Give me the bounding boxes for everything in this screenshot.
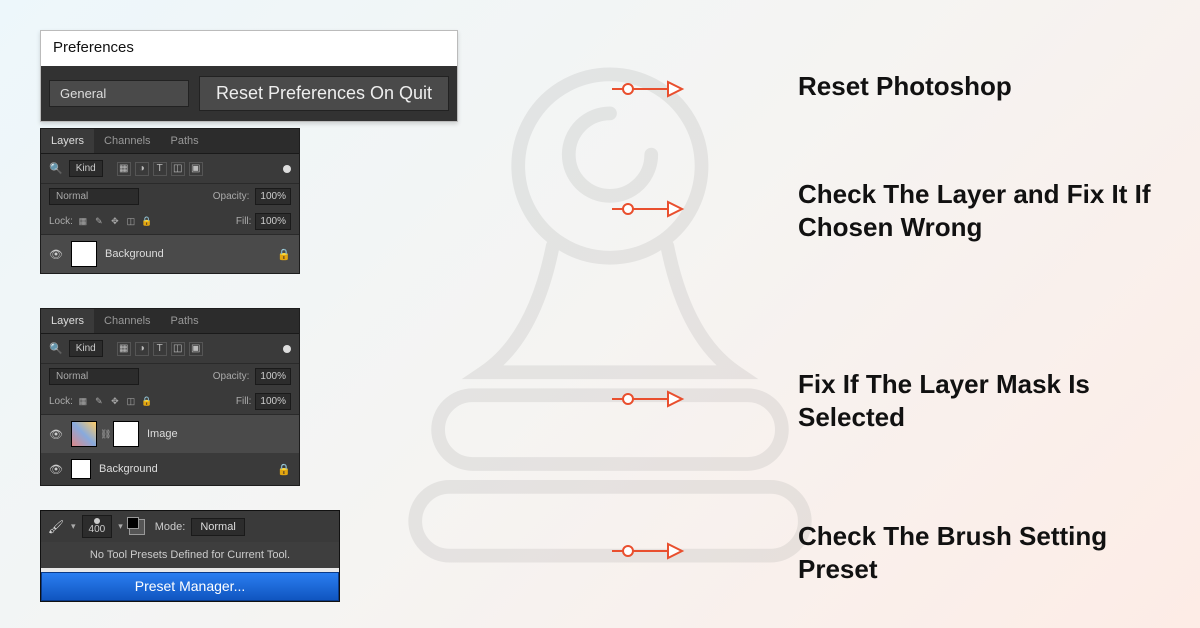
filter-smart-icon[interactable]: ▣ [189, 162, 203, 176]
lock-label: Lock: [49, 396, 73, 407]
brush-options-panel: 🖌 ▾ 400 ▾ Mode: Normal No Tool Presets D… [40, 510, 340, 602]
reset-preferences-button[interactable]: Reset Preferences On Quit [199, 76, 449, 111]
opacity-label: Opacity: [213, 191, 250, 202]
blend-mode-dropdown[interactable]: Normal [49, 188, 139, 205]
fill-value[interactable]: 100% [255, 393, 291, 410]
lock-icon[interactable]: 🔒 [277, 248, 291, 261]
lock-row: Lock: ▦ ✎ ✥ ◫ 🔒 Fill: 100% [41, 389, 299, 415]
visibility-icon[interactable]: 👁 [49, 463, 63, 476]
search-icon[interactable]: 🔍 [49, 162, 63, 175]
layers-panel-mask: Layers Channels Paths 🔍 Kind ▦ ◑ T ◫ ▣ N… [40, 308, 300, 486]
brush-size-picker[interactable]: 400 [82, 515, 113, 538]
link-icon[interactable]: ⛓ [100, 429, 110, 440]
opacity-value[interactable]: 100% [255, 188, 291, 205]
layer-row-background[interactable]: 👁 Background 🔒 [41, 453, 299, 485]
brush-tool-icon[interactable]: 🖌 [47, 518, 65, 536]
filter-type-icon[interactable]: T [153, 342, 167, 356]
fill-label: Fill: [236, 216, 252, 227]
lock-position-icon[interactable]: ✥ [109, 396, 121, 408]
arrow-icon [610, 198, 688, 225]
visibility-icon[interactable]: 👁 [49, 428, 63, 441]
tab-paths[interactable]: Paths [161, 309, 209, 333]
row-brush-preset: 🖌 ▾ 400 ▾ Mode: Normal No Tool Presets D… [0, 510, 1200, 602]
tab-channels[interactable]: Channels [94, 129, 160, 153]
arrow-icon [610, 540, 688, 567]
opacity-value[interactable]: 100% [255, 368, 291, 385]
arrow-icon [610, 388, 688, 415]
lock-row: Lock: ▦ ✎ ✥ ◫ 🔒 Fill: 100% [41, 209, 299, 235]
preset-manager-button[interactable]: Preset Manager... [41, 572, 339, 601]
filter-shape-icon[interactable]: ◫ [171, 162, 185, 176]
filter-adjustment-icon[interactable]: ◑ [135, 342, 149, 356]
row-reset-photoshop: Preferences General Reset Preferences On… [0, 30, 1200, 122]
filter-pixel-icon[interactable]: ▦ [117, 342, 131, 356]
tab-channels[interactable]: Channels [94, 309, 160, 333]
layer-thumbnail-image[interactable] [71, 421, 97, 447]
lock-all-icon[interactable]: 🔒 [141, 396, 153, 408]
layer-name: Background [105, 248, 164, 260]
layer-filter-row: 🔍 Kind ▦ ◑ T ◫ ▣ [41, 154, 299, 184]
tab-paths[interactable]: Paths [161, 129, 209, 153]
layer-thumbnail[interactable] [71, 241, 97, 267]
color-swatch-icon[interactable] [129, 519, 145, 535]
lock-transparency-icon[interactable]: ▦ [77, 396, 89, 408]
preferences-category-dropdown[interactable]: General [49, 80, 189, 107]
caption-brush-preset: Check The Brush Setting Preset [798, 520, 1118, 585]
row-check-layer: Layers Channels Paths 🔍 Kind ▦ ◑ T ◫ ▣ N… [0, 128, 1200, 274]
blend-mode-dropdown[interactable]: Normal [49, 368, 139, 385]
filter-toggle[interactable] [283, 165, 291, 173]
brush-size-value: 400 [89, 524, 106, 535]
lock-image-icon[interactable]: ✎ [93, 216, 105, 228]
tab-layers[interactable]: Layers [41, 129, 94, 153]
no-tool-preset-message: No Tool Presets Defined for Current Tool… [41, 542, 339, 568]
filter-kind-dropdown[interactable]: Kind [69, 160, 103, 177]
layers-panel-tabs: Layers Channels Paths [41, 129, 299, 154]
caption-layer-mask: Fix If The Layer Mask Is Selected [798, 368, 1158, 433]
layer-mask-thumbnail[interactable] [113, 421, 139, 447]
lock-artboard-icon[interactable]: ◫ [125, 396, 137, 408]
arrow-icon [610, 78, 688, 105]
preferences-body: General Reset Preferences On Quit [41, 66, 457, 121]
tab-layers[interactable]: Layers [41, 309, 94, 333]
filter-kind-dropdown[interactable]: Kind [69, 340, 103, 357]
filter-pixel-icon[interactable]: ▦ [117, 162, 131, 176]
visibility-icon[interactable]: 👁 [49, 248, 63, 261]
lock-position-icon[interactable]: ✥ [109, 216, 121, 228]
lock-artboard-icon[interactable]: ◫ [125, 216, 137, 228]
filter-smart-icon[interactable]: ▣ [189, 342, 203, 356]
mode-dropdown[interactable]: Normal [191, 518, 244, 536]
filter-shape-icon[interactable]: ◫ [171, 342, 185, 356]
mode-label: Mode: [155, 521, 186, 533]
lock-label: Lock: [49, 216, 73, 227]
layer-name: Background [99, 463, 158, 475]
dropdown-caret-icon[interactable]: ▾ [118, 521, 123, 532]
filter-adjustment-icon[interactable]: ◑ [135, 162, 149, 176]
layers-panel-tabs: Layers Channels Paths [41, 309, 299, 334]
layer-row-background[interactable]: 👁 Background 🔒 [41, 235, 299, 273]
row-layer-mask: Layers Channels Paths 🔍 Kind ▦ ◑ T ◫ ▣ N… [0, 308, 1200, 486]
fill-value[interactable]: 100% [255, 213, 291, 230]
caption-check-layer: Check The Layer and Fix It If Chosen Wro… [798, 178, 1158, 243]
layer-thumbnail[interactable] [71, 459, 91, 479]
filter-type-icon[interactable]: T [153, 162, 167, 176]
brush-options-bar: 🖌 ▾ 400 ▾ Mode: Normal [41, 511, 339, 542]
layer-filter-row: 🔍 Kind ▦ ◑ T ◫ ▣ [41, 334, 299, 364]
lock-all-icon[interactable]: 🔒 [141, 216, 153, 228]
lock-icon[interactable]: 🔒 [277, 463, 291, 476]
fill-label: Fill: [236, 396, 252, 407]
layers-panel: Layers Channels Paths 🔍 Kind ▦ ◑ T ◫ ▣ N… [40, 128, 300, 274]
lock-image-icon[interactable]: ✎ [93, 396, 105, 408]
preferences-title: Preferences [41, 31, 457, 66]
opacity-label: Opacity: [213, 371, 250, 382]
layer-name: Image [147, 428, 178, 440]
dropdown-caret-icon[interactable]: ▾ [71, 521, 76, 532]
blend-row: Normal Opacity: 100% [41, 364, 299, 389]
filter-toggle[interactable] [283, 345, 291, 353]
preferences-window: Preferences General Reset Preferences On… [40, 30, 458, 122]
layer-row-image[interactable]: 👁 ⛓ Image [41, 415, 299, 453]
lock-transparency-icon[interactable]: ▦ [77, 216, 89, 228]
search-icon[interactable]: 🔍 [49, 342, 63, 355]
blend-row: Normal Opacity: 100% [41, 184, 299, 209]
caption-reset-photoshop: Reset Photoshop [798, 70, 1012, 103]
